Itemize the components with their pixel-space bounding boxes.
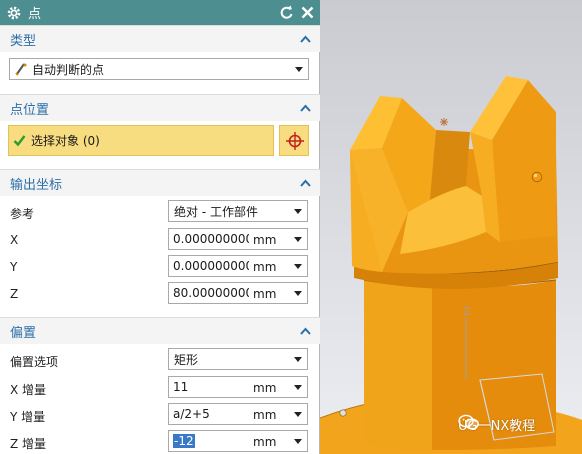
y-increment-field[interactable]: a/2+5 mm — [168, 403, 308, 425]
z-coord-field[interactable]: 80.0000000000 mm — [168, 282, 308, 304]
section-offset-title: 偏置 — [10, 325, 37, 341]
chevron-up-icon[interactable] — [299, 177, 312, 190]
chevron-up-icon[interactable] — [299, 33, 312, 46]
graphics-viewport[interactable]: Z UG一NX教程 — [320, 0, 582, 454]
checkmark-icon — [13, 135, 26, 147]
chevron-up-icon[interactable] — [299, 325, 312, 338]
inferred-point-icon — [15, 63, 27, 76]
point-dialog: 点 类型 自动判断的点 点位置 选择对象 (0) 输出坐标 参考 绝对 - 工作… — [0, 0, 320, 454]
type-value: 自动判断的点 — [32, 62, 105, 77]
type-dropdown[interactable]: 自动判断的点 — [9, 58, 309, 80]
chevron-up-icon[interactable] — [299, 102, 312, 115]
point-marker-highlight — [533, 173, 538, 178]
asterisk-marker — [440, 118, 448, 126]
offset-option-dropdown[interactable]: 矩形 — [168, 348, 308, 370]
reference-value: 绝对 - 工作部件 — [174, 204, 258, 219]
z-coord-label: Z — [10, 287, 19, 301]
reference-label: 参考 — [10, 207, 35, 221]
wechat-icon — [458, 414, 479, 430]
z-axis-label: Z — [463, 305, 471, 318]
z-coord-value[interactable]: 80.0000000000 — [173, 286, 249, 300]
z-increment-unit: mm — [253, 435, 277, 449]
x-coord-label: X — [10, 233, 19, 247]
z-coord-unit: mm — [253, 287, 277, 301]
section-type-header[interactable]: 类型 — [0, 25, 320, 52]
x-increment-label: X 增量 — [10, 383, 47, 397]
x-coord-value[interactable]: 0.0000000000 — [173, 232, 249, 246]
z-increment-input[interactable]: -12 — [173, 434, 249, 448]
section-output-coords-header[interactable]: 输出坐标 — [0, 169, 320, 196]
dialog-titlebar: 点 — [0, 0, 320, 25]
y-coord-label: Y — [10, 260, 18, 274]
section-point-location-title: 点位置 — [10, 102, 50, 118]
z-increment-value[interactable]: -12 — [173, 434, 195, 448]
chevron-down-icon — [295, 67, 303, 72]
y-coord-field[interactable]: 0.0000000000 mm — [168, 255, 308, 277]
crosshair-icon — [286, 132, 304, 150]
point-marker[interactable] — [531, 171, 543, 183]
chevron-down-icon — [294, 209, 302, 214]
chevron-down-icon — [294, 357, 302, 362]
x-coord-field[interactable]: 0.0000000000 mm — [168, 228, 308, 250]
y-increment-value[interactable]: a/2+5 — [173, 407, 249, 421]
select-object-label: 选择对象 (0) — [31, 134, 100, 148]
chevron-down-icon[interactable] — [294, 385, 302, 390]
section-output-coords-title: 输出坐标 — [10, 177, 63, 193]
section-type-title: 类型 — [10, 33, 37, 49]
offset-option-label: 偏置选项 — [10, 355, 59, 369]
reset-icon[interactable] — [278, 4, 295, 21]
chevron-down-icon[interactable] — [294, 237, 302, 242]
model-view[interactable]: Z — [320, 0, 582, 454]
x-increment-field[interactable]: 11 mm — [168, 376, 308, 398]
gear-icon[interactable] — [6, 5, 22, 21]
base-hole — [339, 409, 347, 417]
chevron-down-icon[interactable] — [294, 439, 302, 444]
y-increment-label: Y 增量 — [10, 410, 46, 424]
reference-dropdown[interactable]: 绝对 - 工作部件 — [168, 200, 308, 222]
y-coord-value[interactable]: 0.0000000000 — [173, 259, 249, 273]
offset-option-value: 矩形 — [174, 352, 199, 367]
z-increment-field[interactable]: -12 mm — [168, 430, 308, 452]
close-icon[interactable] — [299, 4, 316, 21]
dialog-title: 点 — [28, 7, 42, 22]
watermark: UG一NX教程 — [458, 413, 535, 435]
section-offset-header[interactable]: 偏置 — [0, 317, 320, 344]
select-object-button[interactable]: 选择对象 (0) — [8, 125, 274, 156]
cylinder-light-side[interactable] — [364, 280, 432, 451]
x-increment-value[interactable]: 11 — [173, 380, 249, 394]
y-increment-unit: mm — [253, 408, 277, 422]
point-dialog-button[interactable] — [279, 125, 309, 156]
section-point-location-header[interactable]: 点位置 — [0, 94, 320, 121]
x-increment-unit: mm — [253, 381, 277, 395]
chevron-down-icon[interactable] — [294, 412, 302, 417]
x-coord-unit: mm — [253, 233, 277, 247]
y-coord-unit: mm — [253, 260, 277, 274]
chevron-down-icon[interactable] — [294, 291, 302, 296]
z-increment-label: Z 增量 — [10, 437, 47, 451]
chevron-down-icon[interactable] — [294, 264, 302, 269]
